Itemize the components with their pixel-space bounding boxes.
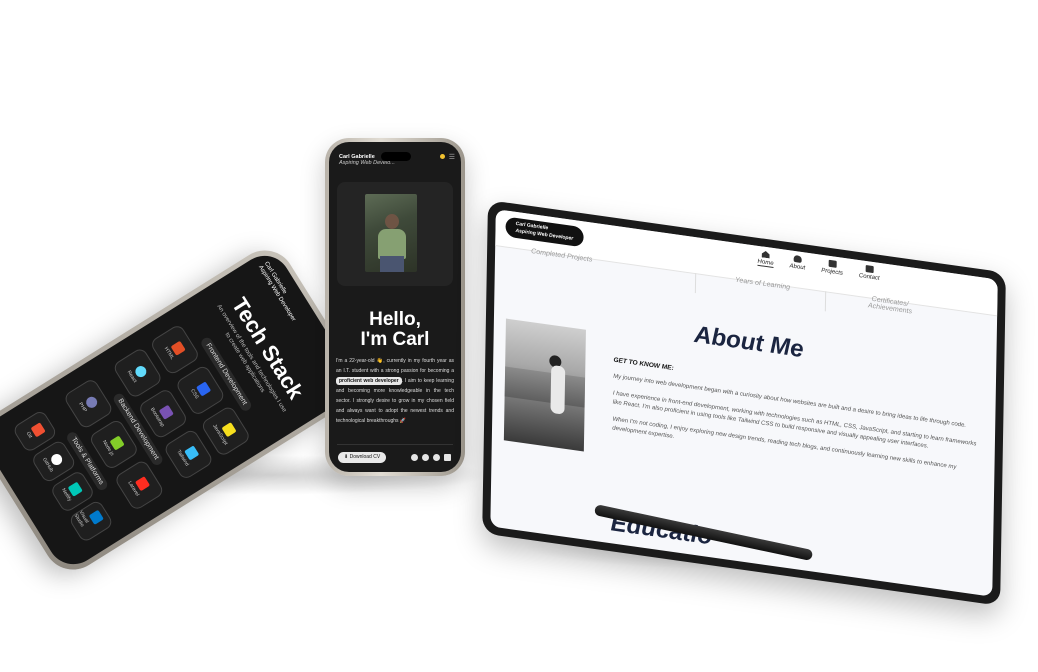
tablet-nav-links: Home About Projects Contact — [757, 249, 880, 283]
middle-phone-screen: Carl Gabrielle Aspiring Web Develo... ☰ … — [329, 142, 461, 472]
download-cv-button[interactable]: ⬇ Download CV — [338, 452, 387, 463]
nav-contact[interactable]: Contact — [859, 264, 880, 283]
hero-greeting-line-1: Hello, — [369, 309, 421, 330]
nav-projects[interactable]: Projects — [821, 259, 843, 278]
nav-about[interactable]: About — [789, 254, 805, 272]
tablet-brand[interactable]: Carl Gabrielle Aspiring Web Developer — [505, 216, 584, 248]
divider — [337, 444, 453, 445]
dynamic-island — [381, 152, 411, 161]
social-links — [411, 454, 451, 461]
tech-card[interactable]: JavaScript — [199, 404, 252, 458]
left-phone-header: Carl Gabrielle Aspiring Web Developer — [256, 261, 302, 323]
hero-photo-card — [337, 182, 453, 286]
tech-card[interactable]: HTML — [149, 323, 201, 377]
linkedin-icon[interactable] — [444, 454, 451, 461]
profile-photo — [365, 194, 417, 272]
nav-contact-label: Contact — [858, 273, 880, 282]
facebook-icon[interactable] — [411, 454, 418, 461]
left-phone-mockup: Carl Gabrielle Aspiring Web Developer Te… — [0, 239, 369, 581]
stat-divider — [824, 291, 827, 312]
left-phone-screen: Carl Gabrielle Aspiring Web Developer Te… — [0, 246, 362, 574]
hamburger-menu-icon[interactable]: ☰ — [449, 153, 455, 161]
nav-home[interactable]: Home — [757, 249, 774, 269]
tablet-navbar: Carl Gabrielle Aspiring Web Developer Ho… — [495, 209, 998, 317]
nav-about-label: About — [789, 263, 806, 272]
middle-phone-mockup: Carl Gabrielle Aspiring Web Develo... ☰ … — [325, 138, 465, 476]
hero-greeting-line-2: I'm Carl — [360, 329, 430, 350]
projects-icon — [828, 259, 837, 268]
nav-home-label: Home — [757, 258, 774, 268]
hero-intro-paragraph: I'm a 22-year-old 👋, currently in my fou… — [336, 356, 454, 426]
mail-icon — [865, 264, 874, 274]
home-icon — [762, 250, 770, 258]
theme-toggle-icon[interactable] — [440, 154, 445, 159]
github-icon[interactable] — [433, 454, 440, 461]
about-copy: GET TO KNOW ME: My journey into web deve… — [612, 356, 983, 494]
intro-highlight: proficient web developer — [336, 377, 402, 385]
intro-text-start: I'm a 22-year-old 👋, currently in my fou… — [336, 358, 454, 374]
nav-projects-label: Projects — [821, 267, 843, 277]
about-heading: About Me — [693, 320, 804, 364]
user-icon — [793, 254, 802, 263]
instagram-icon[interactable] — [422, 454, 429, 461]
stat-divider — [694, 273, 697, 294]
about-photo — [503, 318, 586, 452]
hero-greeting: Hello, I'm Carl — [329, 310, 461, 350]
